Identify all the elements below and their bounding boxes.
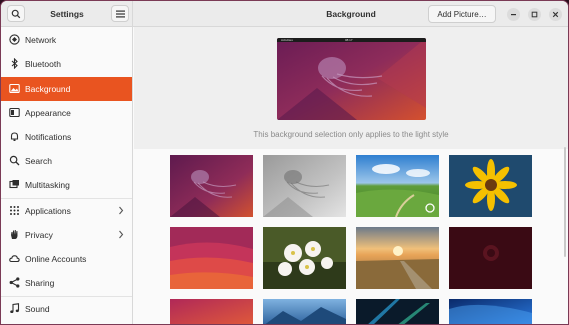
sidebar-item-sharing[interactable]: Sharing xyxy=(1,271,132,295)
preview-clock: 08:17 xyxy=(345,38,353,42)
close-icon xyxy=(552,11,559,18)
page-title: Background xyxy=(326,9,376,19)
preview-activities-label: Activities xyxy=(281,38,293,42)
maximize-button[interactable] xyxy=(528,8,541,21)
cloud-icon xyxy=(9,253,20,264)
chevron-right-icon xyxy=(118,206,124,217)
wallpaper-thumbnail[interactable] xyxy=(356,299,439,324)
sidebar-item-label: Search xyxy=(25,156,52,166)
sidebar-header: Settings xyxy=(1,1,133,27)
network-icon xyxy=(9,34,20,45)
sidebar-item-label: Notifications xyxy=(25,132,72,142)
sidebar-item-label: Online Accounts xyxy=(25,254,87,264)
appearance-icon xyxy=(9,107,20,118)
sidebar-item-label: Background xyxy=(25,84,71,94)
sidebar-item-online-accounts[interactable]: Online Accounts xyxy=(1,247,132,271)
wallpaper-thumbnail[interactable] xyxy=(449,155,532,217)
sidebar-item-network[interactable]: Network xyxy=(1,28,132,52)
sidebar-item-label: Network xyxy=(25,35,57,45)
hand-icon xyxy=(9,229,20,240)
selected-check-icon xyxy=(425,203,435,213)
music-note-icon xyxy=(9,303,20,314)
background-panel: Activities 08:17 This background selecti… xyxy=(134,27,568,324)
maximize-icon xyxy=(531,11,538,18)
sidebar-item-label: Appearance xyxy=(25,108,71,118)
sidebar-item-search[interactable]: Search xyxy=(1,149,132,173)
sidebar-item-label: Sound xyxy=(25,304,50,314)
bluetooth-icon xyxy=(9,58,20,69)
add-picture-button[interactable]: Add Picture… xyxy=(428,5,496,23)
wallpaper-thumbnail[interactable] xyxy=(170,155,253,217)
sidebar-item-label: Applications xyxy=(25,206,71,216)
background-preview: Activities 08:17 xyxy=(277,38,426,120)
wallpaper-thumbnail[interactable] xyxy=(263,155,346,217)
wallpaper-thumbnail[interactable] xyxy=(356,155,439,217)
sidebar-item-notifications[interactable]: Notifications xyxy=(1,125,132,149)
sidebar-item-appearance[interactable]: Appearance xyxy=(1,101,132,125)
wallpaper-thumbnail[interactable] xyxy=(263,227,346,289)
sidebar-item-sound[interactable]: Sound xyxy=(1,297,132,321)
sidebar-item-label: Multitasking xyxy=(25,180,70,190)
wallpaper-thumbnail[interactable] xyxy=(170,299,253,324)
scrollbar[interactable] xyxy=(564,147,566,257)
sidebar-item-multitasking[interactable]: Multitasking xyxy=(1,173,132,197)
sidebar-item-label: Privacy xyxy=(25,230,53,240)
sidebar-item-label: Bluetooth xyxy=(25,59,61,69)
main-menu-button[interactable] xyxy=(111,5,129,22)
sidebar-item-bluetooth[interactable]: Bluetooth xyxy=(1,52,132,76)
wallpaper-thumbnail[interactable] xyxy=(449,299,532,324)
minimize-icon xyxy=(511,14,516,16)
wallpaper-thumbnail[interactable] xyxy=(356,227,439,289)
sidebar-item-applications[interactable]: Applications xyxy=(1,199,132,223)
share-icon xyxy=(9,277,20,288)
sidebar-item-label: Sharing xyxy=(25,278,55,288)
minimize-button[interactable] xyxy=(507,8,520,21)
bell-icon xyxy=(9,131,20,142)
style-caption: This background selection only applies t… xyxy=(253,130,449,139)
apps-grid-icon xyxy=(9,205,20,216)
hamburger-menu-icon xyxy=(115,10,125,17)
header-bar: Settings Background Add Picture… xyxy=(1,1,568,27)
chevron-right-icon xyxy=(118,230,124,241)
close-button[interactable] xyxy=(549,8,562,21)
sidebar: Network Bluetooth Background Appearance … xyxy=(1,27,133,324)
wallpaper-thumbnail[interactable] xyxy=(170,227,253,289)
preview-area: Activities 08:17 This background selecti… xyxy=(134,27,568,149)
settings-window: Settings Background Add Picture… Network… xyxy=(0,0,569,325)
background-icon xyxy=(9,83,20,94)
search-icon xyxy=(9,155,20,166)
sidebar-item-background[interactable]: Background xyxy=(1,77,132,101)
wallpaper-thumbnail[interactable] xyxy=(449,227,532,289)
multitasking-icon xyxy=(9,179,20,190)
sidebar-item-privacy[interactable]: Privacy xyxy=(1,223,132,247)
wallpaper-thumbnail[interactable] xyxy=(263,299,346,324)
